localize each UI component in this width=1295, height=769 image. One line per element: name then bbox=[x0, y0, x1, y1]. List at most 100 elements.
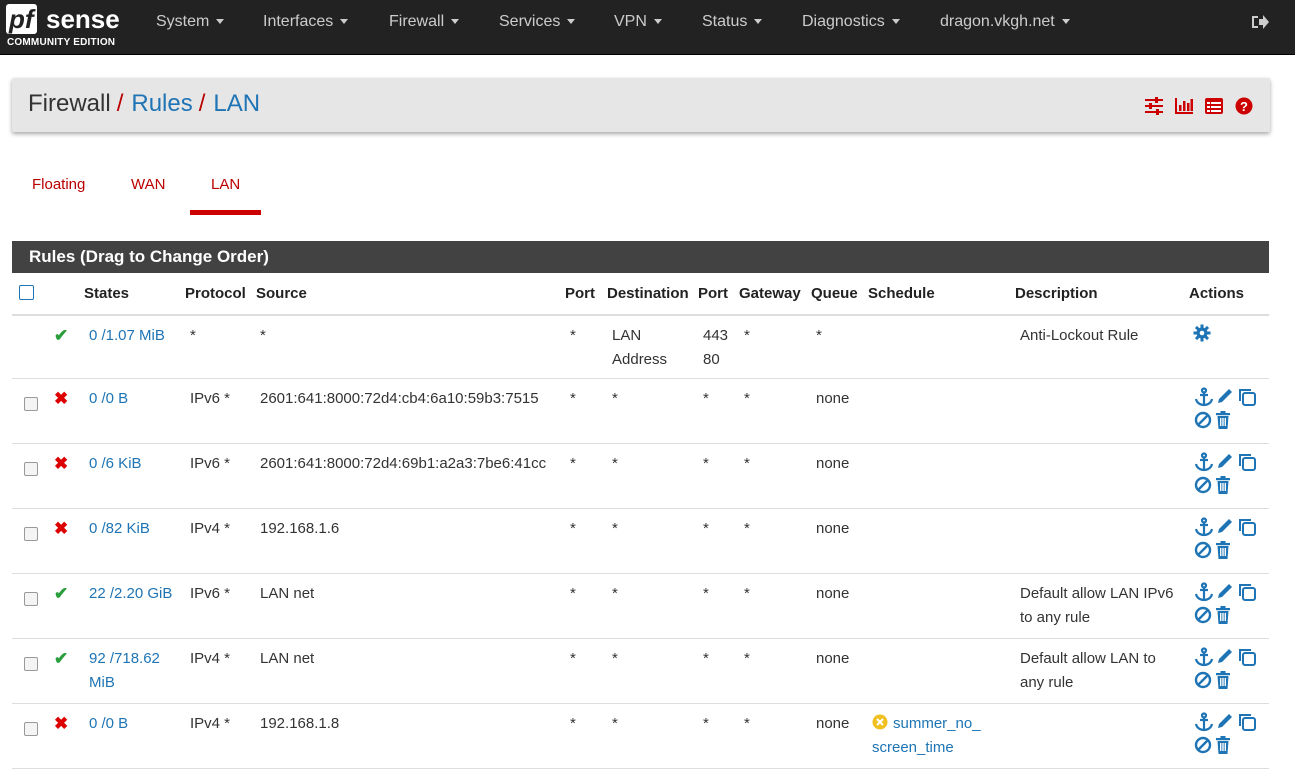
rules-panel-heading: Rules (Drag to Change Order) bbox=[12, 241, 1269, 273]
rule-select-checkbox[interactable] bbox=[24, 397, 38, 411]
trash-icon[interactable] bbox=[1215, 606, 1231, 624]
rule-select-checkbox[interactable] bbox=[24, 527, 38, 541]
rule-select-checkbox[interactable] bbox=[24, 462, 38, 476]
col-schedule[interactable]: Schedule bbox=[868, 285, 935, 302]
menu-hostname[interactable]: dragon.vkgh.net bbox=[940, 0, 1070, 44]
copy-icon[interactable] bbox=[1237, 647, 1257, 667]
copy-icon[interactable] bbox=[1237, 517, 1257, 537]
anchor-icon[interactable] bbox=[1194, 582, 1214, 602]
menu-vpn[interactable]: VPN bbox=[614, 0, 662, 44]
times-icon[interactable]: ✖ bbox=[54, 517, 68, 541]
states-link[interactable]: 0 /0 B bbox=[89, 387, 128, 411]
table-row[interactable]: ✖ 0 /6 KiB IPv6 * 2601:641:8000:72d4:69b1:a… bbox=[12, 444, 1269, 509]
table-row[interactable]: ✔ 92 /718.62 MiB IPv4 * LAN net * * * * none Defau… bbox=[12, 639, 1269, 704]
copy-icon[interactable] bbox=[1237, 712, 1257, 732]
rule-select-checkbox[interactable] bbox=[24, 657, 38, 671]
menu-services[interactable]: Services bbox=[499, 0, 576, 44]
check-icon[interactable]: ✔ bbox=[54, 582, 68, 606]
times-icon[interactable]: ✖ bbox=[54, 387, 68, 411]
disable-icon[interactable] bbox=[1194, 476, 1212, 494]
sign-out-icon[interactable] bbox=[1250, 12, 1270, 32]
col-source[interactable]: Source bbox=[256, 285, 307, 302]
check-icon[interactable]: ✔ bbox=[54, 324, 68, 348]
states-link[interactable]: 0 /6 KiB bbox=[89, 452, 142, 476]
table-row[interactable]: ✔ 22 /2.20 GiB IPv6 * LAN net * * * * none Defaul… bbox=[12, 574, 1269, 639]
anchor-icon[interactable] bbox=[1194, 712, 1214, 732]
help-icon[interactable]: ? bbox=[1234, 97, 1254, 115]
edit-pencil-icon[interactable] bbox=[1216, 647, 1234, 665]
anchor-icon[interactable] bbox=[1194, 452, 1214, 472]
trash-icon[interactable] bbox=[1215, 411, 1231, 429]
col-description[interactable]: Description bbox=[1015, 285, 1098, 302]
rule-select-checkbox[interactable] bbox=[24, 592, 38, 606]
tab-floating[interactable]: Floating bbox=[32, 176, 85, 193]
menu-interfaces[interactable]: Interfaces bbox=[263, 0, 349, 44]
copy-icon[interactable] bbox=[1237, 387, 1257, 407]
edit-pencil-icon[interactable] bbox=[1216, 712, 1234, 730]
trash-icon[interactable] bbox=[1215, 736, 1231, 754]
sliders-icon[interactable] bbox=[1144, 97, 1164, 115]
table-row[interactable]: ✖ 0 /0 B IPv4 * 192.168.1.8 * * * * none summer_n… bbox=[12, 704, 1269, 769]
list-table-icon[interactable] bbox=[1204, 97, 1224, 115]
disable-icon[interactable] bbox=[1194, 736, 1212, 754]
table-row[interactable]: ✖ 0 /82 KiB IPv4 * 192.168.1.6 * * * * none bbox=[12, 509, 1269, 574]
copy-icon[interactable] bbox=[1237, 582, 1257, 602]
breadcrumb-lan-link[interactable]: LAN bbox=[213, 90, 260, 117]
tab-wan[interactable]: WAN bbox=[131, 176, 165, 193]
protocol-cell: IPv6 * bbox=[190, 455, 231, 472]
trash-icon[interactable] bbox=[1215, 541, 1231, 559]
menu-status[interactable]: Status bbox=[702, 0, 763, 44]
schedule-link[interactable]: summer_no_ bbox=[893, 712, 981, 736]
source-cell: LAN net bbox=[260, 585, 315, 602]
menu-diagnostics[interactable]: Diagnostics bbox=[802, 0, 900, 44]
edit-pencil-icon[interactable] bbox=[1216, 517, 1234, 535]
pfsense-logo[interactable]: pf sense COMMUNITY EDITION bbox=[6, 4, 126, 50]
logo-sense: sense bbox=[46, 4, 120, 34]
tab-lan[interactable]: LAN bbox=[211, 176, 240, 193]
states-link[interactable]: 92 /718.62 bbox=[89, 647, 160, 671]
col-protocol[interactable]: Protocol bbox=[185, 285, 246, 302]
bar-chart-icon[interactable] bbox=[1174, 97, 1194, 115]
disable-icon[interactable] bbox=[1194, 606, 1212, 624]
states-link[interactable]: 0 /1.07 MiB bbox=[89, 324, 165, 348]
col-gateway[interactable]: Gateway bbox=[739, 285, 801, 302]
menu-status-label: Status bbox=[702, 13, 748, 30]
col-destination[interactable]: Destination bbox=[607, 285, 689, 302]
disable-icon[interactable] bbox=[1194, 671, 1212, 689]
states-link-cont[interactable]: MiB bbox=[89, 671, 115, 695]
trash-icon[interactable] bbox=[1215, 476, 1231, 494]
schedule-link-cont[interactable]: screen_time bbox=[872, 736, 954, 760]
anchor-icon[interactable] bbox=[1194, 647, 1214, 667]
queue-cell: none bbox=[816, 390, 850, 407]
select-all-checkbox[interactable] bbox=[19, 285, 34, 300]
check-icon[interactable]: ✔ bbox=[54, 647, 68, 671]
states-link[interactable]: 0 /0 B bbox=[89, 712, 128, 736]
col-states[interactable]: States bbox=[84, 285, 129, 302]
edit-pencil-icon[interactable] bbox=[1216, 582, 1234, 600]
source-cell: LAN net bbox=[260, 650, 315, 667]
col-port[interactable]: Port bbox=[565, 285, 595, 302]
breadcrumb-rules-link[interactable]: Rules bbox=[131, 90, 192, 117]
gear-icon[interactable] bbox=[1193, 324, 1211, 350]
description-cell-cont: any rule bbox=[1020, 674, 1074, 691]
disable-icon[interactable] bbox=[1194, 541, 1212, 559]
menu-system[interactable]: System bbox=[156, 0, 225, 44]
edit-pencil-icon[interactable] bbox=[1216, 387, 1234, 405]
description-cell-cont: to any rule bbox=[1020, 609, 1091, 626]
anchor-icon[interactable] bbox=[1194, 517, 1214, 537]
menu-firewall[interactable]: Firewall bbox=[389, 0, 460, 44]
disable-icon[interactable] bbox=[1194, 411, 1212, 429]
states-link[interactable]: 0 /82 KiB bbox=[89, 517, 150, 541]
col-queue[interactable]: Queue bbox=[811, 285, 858, 302]
times-icon[interactable]: ✖ bbox=[54, 712, 68, 736]
col-dest-port[interactable]: Port bbox=[698, 285, 728, 302]
states-link[interactable]: 22 /2.20 GiB bbox=[89, 582, 172, 606]
edit-pencil-icon[interactable] bbox=[1216, 452, 1234, 470]
rule-select-checkbox[interactable] bbox=[24, 722, 38, 736]
times-icon[interactable]: ✖ bbox=[54, 452, 68, 476]
copy-icon[interactable] bbox=[1237, 452, 1257, 472]
anchor-icon[interactable] bbox=[1194, 387, 1214, 407]
trash-icon[interactable] bbox=[1215, 671, 1231, 689]
table-row[interactable]: ✔ 0 /1.07 MiB * * * LAN Address 443 80 * * Anti-Loc… bbox=[12, 316, 1269, 379]
table-row[interactable]: ✖ 0 /0 B IPv6 * 2601:641:8000:72d4:cb4:6a10… bbox=[12, 379, 1269, 444]
